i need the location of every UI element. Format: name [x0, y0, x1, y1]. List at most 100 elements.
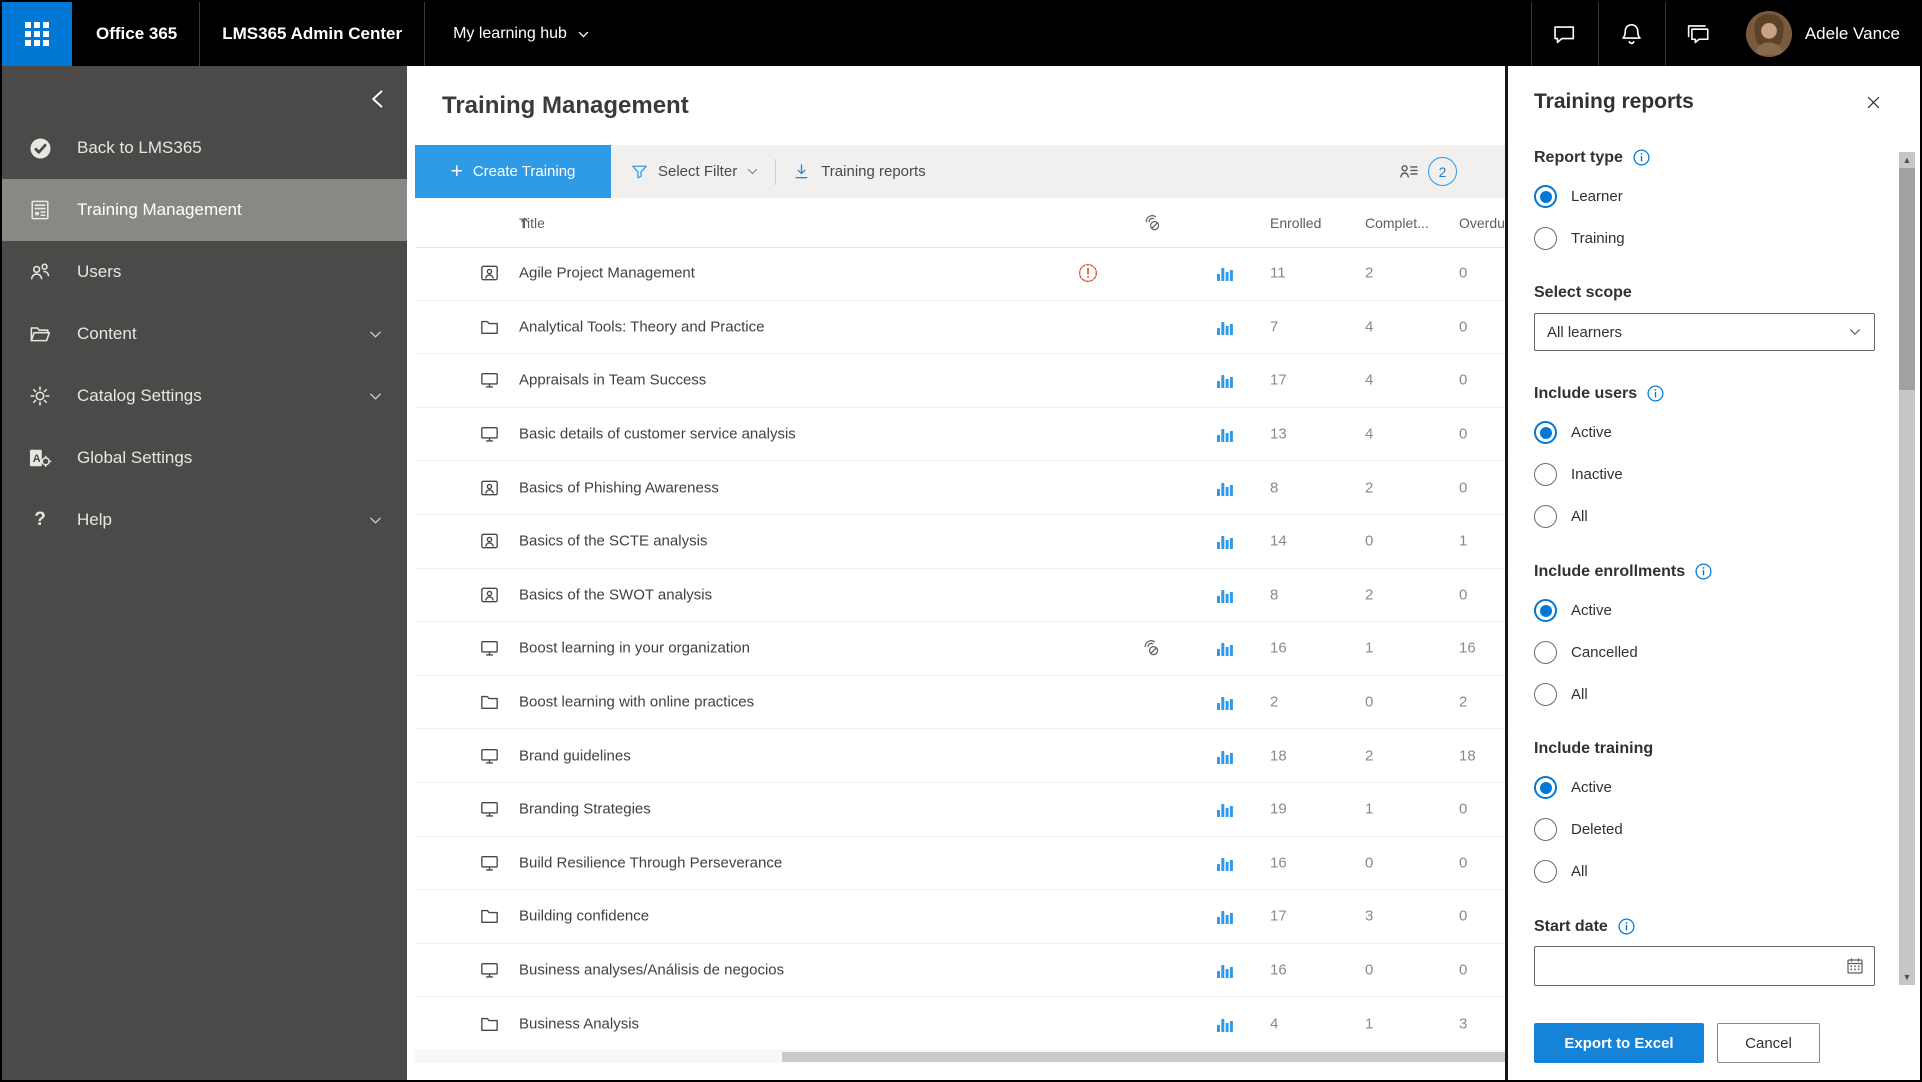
page-title: Training Management	[442, 92, 689, 120]
radio-include-training-all[interactable]: All	[1534, 859, 1860, 884]
training-report-chart-icon[interactable]	[1215, 424, 1235, 444]
requests-count-badge[interactable]: 2	[1428, 157, 1457, 186]
sidebar: Back to LMS365 Training Management Users…	[2, 66, 407, 1080]
training-report-chart-icon[interactable]	[1215, 1014, 1235, 1034]
radio-include-enrollments-cancelled[interactable]: Cancelled	[1534, 640, 1860, 665]
sidebar-item-back-to-lms365[interactable]: Back to LMS365	[2, 117, 407, 179]
column-completed[interactable]: Complet...	[1365, 215, 1429, 231]
training-title-link[interactable]: Boost learning in your organization	[519, 640, 750, 657]
create-training-button[interactable]: + Create Training	[415, 145, 611, 198]
training-title-link[interactable]: Brand guidelines	[519, 747, 631, 764]
info-icon[interactable]	[1617, 917, 1636, 936]
training-report-chart-icon[interactable]	[1215, 746, 1235, 766]
overdue-count: 0	[1459, 962, 1467, 979]
training-report-chart-icon[interactable]	[1215, 370, 1235, 390]
training-report-chart-icon[interactable]	[1215, 531, 1235, 551]
radio-include-enrollments-active[interactable]: Active	[1534, 598, 1860, 623]
training-title-link[interactable]: Branding Strategies	[519, 801, 651, 818]
info-icon[interactable]	[1646, 384, 1665, 403]
select-filter-button[interactable]: Select Filter	[630, 162, 759, 181]
office365-link[interactable]: Office 365	[96, 24, 177, 44]
cancel-button[interactable]: Cancel	[1717, 1023, 1820, 1063]
enrolled-count: 7	[1270, 318, 1278, 335]
training-title-link[interactable]: Analytical Tools: Theory and Practice	[519, 318, 764, 335]
radio-label: Learner	[1571, 188, 1623, 205]
info-icon[interactable]	[1632, 148, 1651, 167]
panel-scrollbar-thumb[interactable]	[1899, 168, 1915, 390]
radio-include-users-active[interactable]: Active	[1534, 420, 1860, 445]
training-report-chart-icon[interactable]	[1215, 960, 1235, 980]
training-report-chart-icon[interactable]	[1215, 263, 1235, 283]
sidebar-item-training-management[interactable]: Training Management	[2, 179, 407, 241]
app-launcher-icon[interactable]	[2, 2, 72, 66]
training-report-chart-icon[interactable]	[1215, 692, 1235, 712]
sidebar-item-help[interactable]: ? Help	[2, 489, 407, 551]
training-report-chart-icon[interactable]	[1215, 585, 1235, 605]
radio-include-training-deleted[interactable]: Deleted	[1534, 817, 1860, 842]
training-title-link[interactable]: Basics of the SCTE analysis	[519, 533, 707, 550]
training-title-link[interactable]: Business Analysis	[519, 1015, 639, 1032]
sidebar-item-label: Global Settings	[77, 448, 192, 468]
column-title[interactable]: Title	[519, 216, 530, 230]
elearning-type-icon	[479, 799, 500, 820]
training-title-link[interactable]: Business analyses/Análisis de negocios	[519, 962, 784, 979]
training-title-link[interactable]: Basic details of customer service analys…	[519, 426, 796, 443]
radio-report-type-training[interactable]: Training	[1534, 226, 1860, 251]
training-title-link[interactable]: Appraisals in Team Success	[519, 372, 706, 389]
user-menu[interactable]: Adele Vance	[1732, 11, 1920, 57]
scope-dropdown[interactable]: All learners	[1534, 313, 1875, 351]
training-title-link[interactable]: Building confidence	[519, 908, 649, 925]
scroll-down-icon[interactable]: ▼	[1899, 969, 1915, 985]
overdue-count: 0	[1459, 318, 1467, 335]
radio-button-icon	[1534, 599, 1557, 622]
alert-icon[interactable]	[1077, 262, 1099, 284]
training-report-chart-icon[interactable]	[1215, 799, 1235, 819]
column-enrolled[interactable]: Enrolled	[1270, 215, 1321, 231]
include-users-label: Include users	[1534, 384, 1860, 403]
overdue-count: 16	[1459, 640, 1476, 657]
scroll-up-icon[interactable]: ▲	[1899, 152, 1915, 168]
radio-include-users-inactive[interactable]: Inactive	[1534, 462, 1860, 487]
training-title-link[interactable]: Basics of the SWOT analysis	[519, 586, 712, 603]
training-title-link[interactable]: Boost learning with online practices	[519, 694, 754, 711]
chat-icon[interactable]	[1532, 2, 1598, 66]
svg-text:A: A	[33, 453, 41, 465]
training-title-link[interactable]: Build Resilience Through Perseverance	[519, 854, 782, 871]
radio-button-icon	[1534, 641, 1557, 664]
info-icon[interactable]	[1694, 562, 1713, 581]
elearning-type-icon	[479, 424, 500, 445]
collapse-sidebar-icon[interactable]	[367, 88, 389, 110]
training-title-link[interactable]: Basics of Phishing Awareness	[519, 479, 719, 496]
training-title-link[interactable]: Agile Project Management	[519, 265, 695, 282]
training-report-chart-icon[interactable]	[1215, 478, 1235, 498]
calendar-icon[interactable]	[1845, 956, 1865, 976]
radio-button-icon	[1534, 185, 1557, 208]
radio-include-training-active[interactable]: Active	[1534, 775, 1860, 800]
training-report-chart-icon[interactable]	[1215, 638, 1235, 658]
notifications-bell-icon[interactable]	[1599, 2, 1665, 66]
export-to-excel-button[interactable]: Export to Excel	[1534, 1023, 1704, 1063]
training-report-chart-icon[interactable]	[1215, 906, 1235, 926]
radio-include-enrollments-all[interactable]: All	[1534, 682, 1860, 707]
completed-count: 1	[1365, 640, 1373, 657]
sidebar-item-catalog-settings[interactable]: Catalog Settings	[2, 365, 407, 427]
include-users-options: Active Inactive All	[1534, 420, 1860, 529]
feedback-icon[interactable]	[1666, 2, 1732, 66]
radio-include-users-all[interactable]: All	[1534, 504, 1860, 529]
start-date-input[interactable]	[1535, 947, 1874, 985]
radio-report-type-learner[interactable]: Learner	[1534, 184, 1860, 209]
sidebar-item-users[interactable]: Users	[2, 241, 407, 303]
enrolled-count: 16	[1270, 640, 1287, 657]
training-report-chart-icon[interactable]	[1215, 853, 1235, 873]
chevron-down-icon	[746, 165, 759, 178]
lms365-check-icon	[27, 136, 53, 161]
close-icon[interactable]	[1861, 90, 1886, 115]
sidebar-item-content[interactable]: Content	[2, 303, 407, 365]
horizontal-scrollbar-thumb[interactable]	[782, 1052, 1505, 1062]
sidebar-item-global-settings[interactable]: A Global Settings	[2, 427, 407, 489]
panel-scrollbar[interactable]: ▲ ▼	[1899, 152, 1915, 985]
training-report-chart-icon[interactable]	[1215, 317, 1235, 337]
learning-hub-dropdown[interactable]: My learning hub	[453, 25, 590, 43]
divider	[199, 2, 200, 66]
training-reports-button[interactable]: Training reports	[792, 162, 926, 181]
